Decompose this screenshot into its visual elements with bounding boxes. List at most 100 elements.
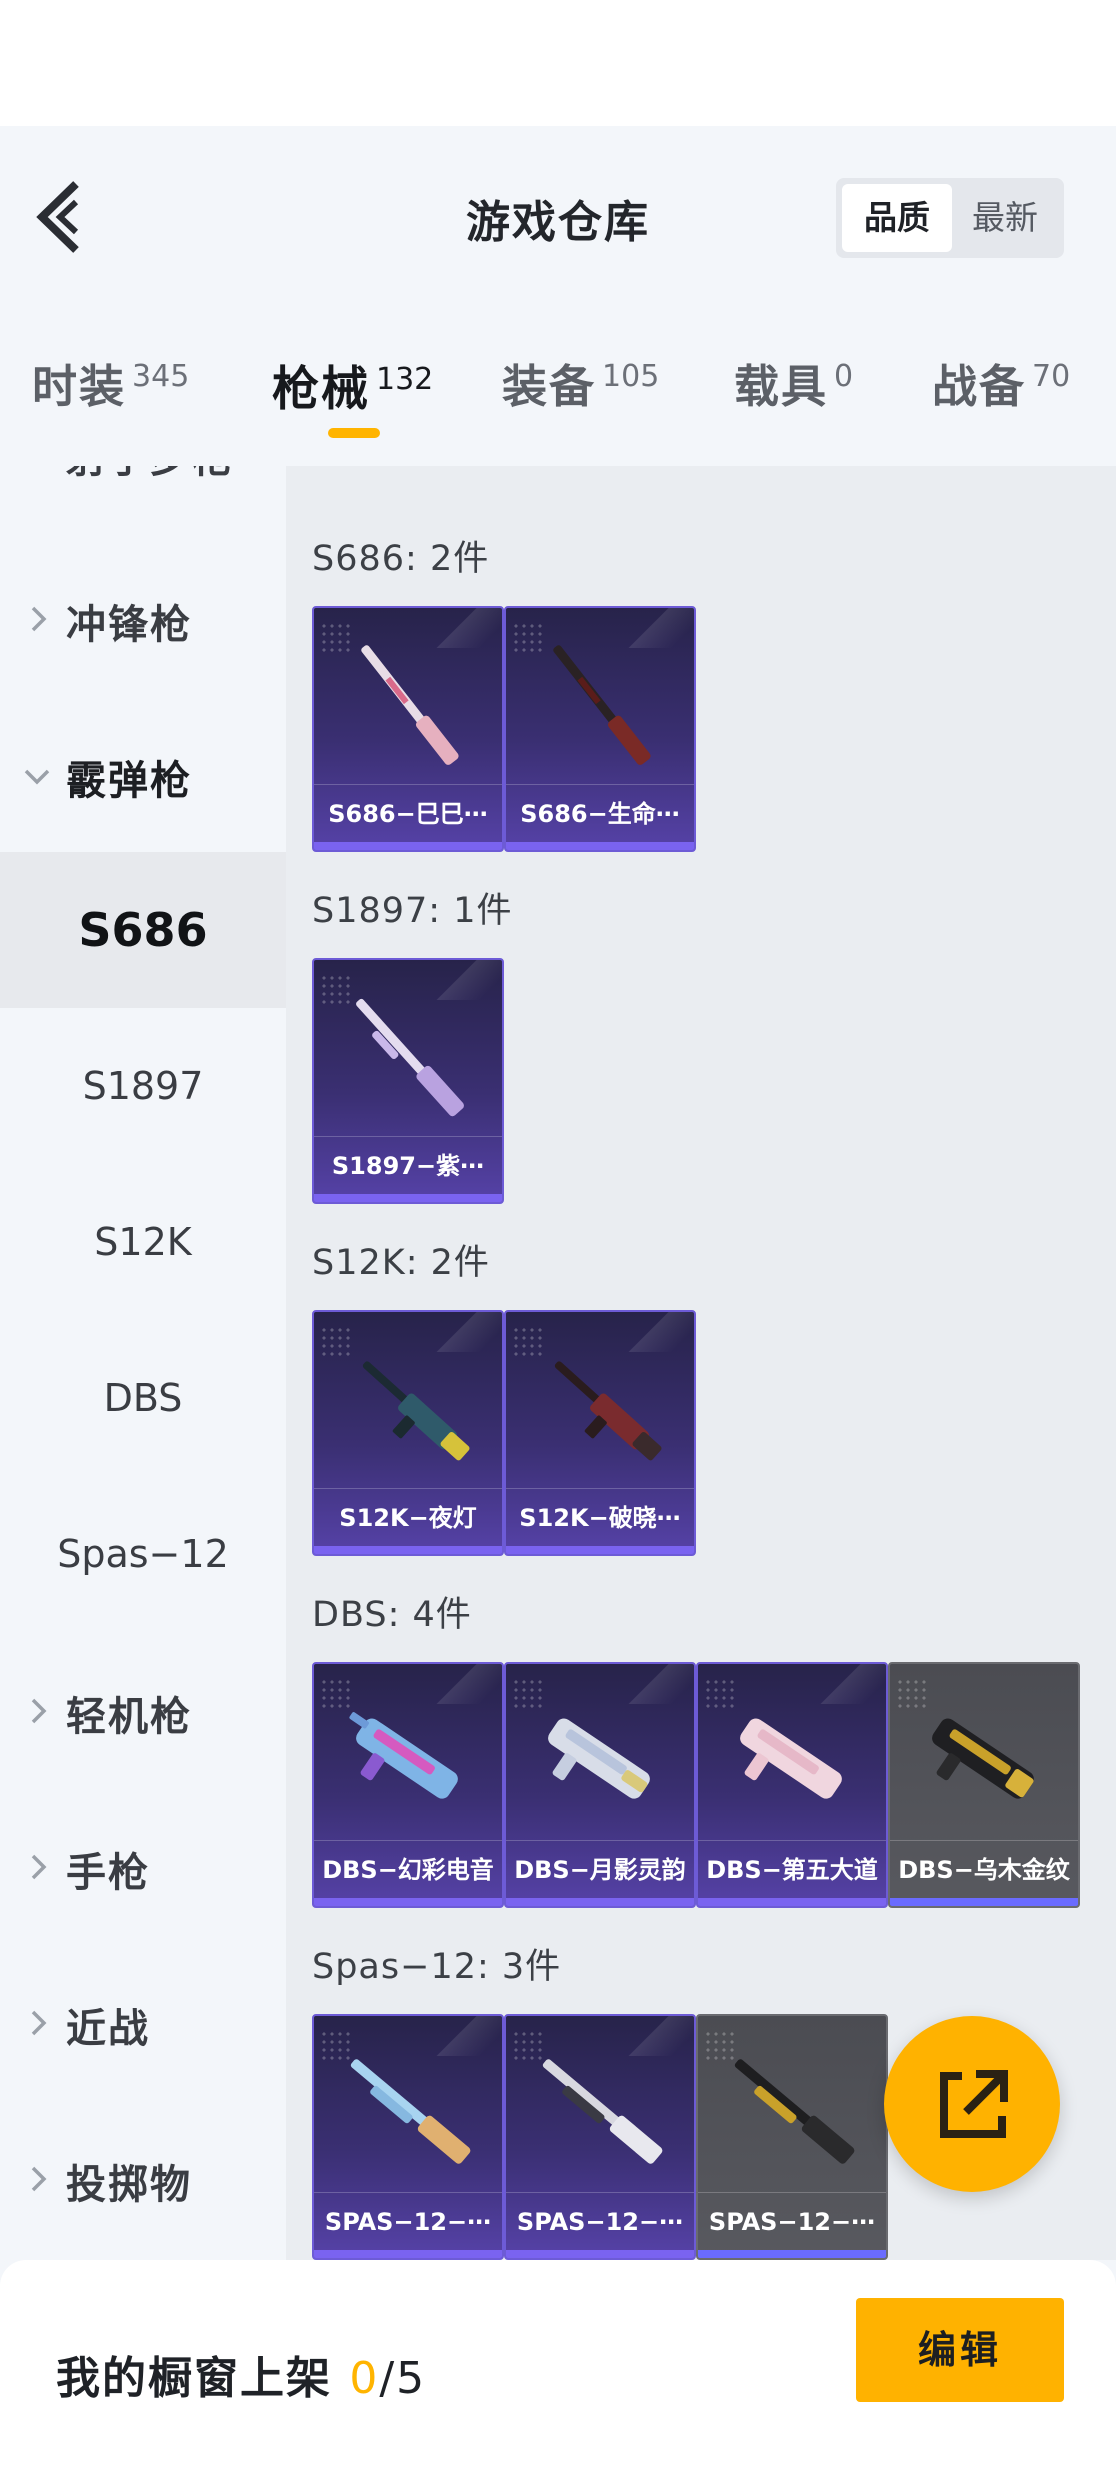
sidebar-item-s686[interactable]: S686 <box>0 852 286 1008</box>
rarity-bar <box>506 2250 694 2258</box>
active-tab-indicator <box>328 428 380 438</box>
weapon-card[interactable]: DBS−乌木金纹 <box>888 1662 1080 1908</box>
share-button[interactable] <box>884 2016 1060 2192</box>
showcase-total: /5 <box>379 2353 427 2404</box>
weapon-card[interactable]: DBS−幻彩电音 <box>312 1662 504 1908</box>
weapon-card[interactable]: DBS−第五大道 <box>696 1662 888 1908</box>
edit-button[interactable]: 编辑 <box>856 2298 1064 2402</box>
rarity-bar <box>506 842 694 850</box>
sidebar-item-smg[interactable]: 冲锋枪 <box>0 540 286 696</box>
tab-count: 70 <box>1032 359 1071 394</box>
chevron-right-icon <box>31 1698 47 1724</box>
card-label: SPAS−12−⋯ <box>698 2192 886 2250</box>
tab-label: 战备 <box>932 360 1027 413</box>
tab-count: 0 <box>834 359 854 394</box>
tab-supplies[interactable]: 战备 70 <box>932 350 1071 413</box>
rarity-bar <box>698 2250 886 2258</box>
card-label: S686−巳巳⋯ <box>314 784 502 842</box>
shotgun-icon <box>548 1718 650 1799</box>
shotgun-icon <box>734 2059 855 2164</box>
sidebar-item-s12k[interactable]: S12K <box>0 1164 286 1320</box>
sidebar-item-throwable[interactable]: 投掷物 <box>0 2100 286 2256</box>
sidebar-item-label: 近战 <box>66 2006 150 2052</box>
sort-quality-button[interactable]: 品质 <box>842 184 952 252</box>
rarity-bar <box>314 842 502 850</box>
weapon-card[interactable]: SPAS−12−⋯ <box>504 2014 696 2260</box>
shotgun-icon <box>553 645 651 765</box>
weapon-card[interactable]: SPAS−12−⋯ <box>696 2014 888 2260</box>
chevron-right-icon <box>31 1854 47 1880</box>
showcase-bar: 我的橱窗上架 0/5 编辑 <box>0 2260 1116 2484</box>
tab-fashion[interactable]: 时装 345 <box>32 350 190 413</box>
sidebar-item-shotgun[interactable]: 霰弹枪 <box>0 696 286 852</box>
rarity-bar <box>890 1898 1078 1906</box>
tab-firearms[interactable]: 枪械 132 <box>272 350 434 417</box>
card-label: S12K−破晓⋯ <box>506 1488 694 1546</box>
rarity-bar <box>698 1898 886 1906</box>
shotgun-icon <box>542 2059 663 2164</box>
sidebar-item-melee[interactable]: 近战 <box>0 1944 286 2100</box>
chevron-right-icon <box>31 2166 47 2192</box>
sidebar-item-dbs[interactable]: DBS <box>0 1320 286 1476</box>
sidebar-item-label: 射手步枪 <box>66 466 234 484</box>
group-title-s1897: S1897: 1件 <box>312 891 513 931</box>
sidebar-item-label: 手枪 <box>66 1850 150 1896</box>
chevron-right-icon <box>31 2010 47 2036</box>
chevron-right-icon <box>31 606 47 632</box>
sidebar-item-label: 霰弹枪 <box>66 758 192 804</box>
sidebar-item-label: 冲锋枪 <box>66 602 192 648</box>
shotgun-icon <box>554 1361 662 1461</box>
weapon-card[interactable]: S686−生命⋯ <box>504 606 696 852</box>
sidebar-item-spas12[interactable]: Spas−12 <box>0 1476 286 1632</box>
sidebar-item-label: 轻机枪 <box>66 1694 192 1740</box>
showcase-count: 0 <box>349 2353 380 2404</box>
showcase-text: 我的橱窗上架 <box>56 2353 350 2404</box>
shotgun-icon <box>361 645 459 765</box>
showcase-label: 我的橱窗上架 0/5 <box>56 2342 426 2406</box>
sort-newest-button[interactable]: 最新 <box>950 184 1060 252</box>
tab-label: 枪械 <box>272 362 370 417</box>
rarity-bar <box>506 1898 694 1906</box>
tab-equipment[interactable]: 装备 105 <box>502 350 659 413</box>
shotgun-icon <box>932 1718 1034 1799</box>
card-label: DBS−幻彩电音 <box>314 1840 502 1898</box>
rarity-bar <box>506 1546 694 1554</box>
card-label: DBS−第五大道 <box>698 1840 886 1898</box>
group-title-s12k: S12K: 2件 <box>312 1243 490 1283</box>
sidebar-item-marksman-rifle[interactable]: 射手步枪 <box>0 466 286 530</box>
sidebar-item-s1897[interactable]: S1897 <box>0 1008 286 1164</box>
card-label: DBS−乌木金纹 <box>890 1840 1078 1898</box>
card-label: SPAS−12−⋯ <box>506 2192 694 2250</box>
tab-count: 132 <box>376 362 434 397</box>
tab-label: 时装 <box>32 360 127 413</box>
card-label: DBS−月影灵韵 <box>506 1840 694 1898</box>
shotgun-icon <box>356 998 464 1117</box>
weapon-card[interactable]: SPAS−12−⋯ <box>312 2014 504 2260</box>
shotgun-icon <box>349 1712 458 1799</box>
weapon-card[interactable]: S686−巳巳⋯ <box>312 606 504 852</box>
sidebar-item-label: 投掷物 <box>66 2162 192 2208</box>
rarity-bar <box>314 1898 502 1906</box>
weapon-card[interactable]: S12K−夜灯 <box>312 1310 504 1556</box>
chevron-right-icon <box>28 466 50 468</box>
card-label: SPAS−12−⋯ <box>314 2192 502 2250</box>
tab-count: 345 <box>132 359 190 394</box>
shotgun-icon <box>350 2059 471 2164</box>
weapon-card[interactable]: DBS−月影灵韵 <box>504 1662 696 1908</box>
category-tabs: 时装 345 枪械 132 装备 105 载具 0 战备 70 <box>0 306 1116 466</box>
tab-label: 载具 <box>734 360 829 413</box>
tab-vehicles[interactable]: 载具 0 <box>734 350 854 413</box>
card-label: S1897−紫⋯ <box>314 1136 502 1194</box>
weapon-type-sidebar: 射手步枪 冲锋枪 霰弹枪 S686 S1897 S12K DBS Spas−12… <box>0 466 286 2260</box>
sidebar-item-pistol[interactable]: 手枪 <box>0 1788 286 1944</box>
status-bar <box>0 0 1116 126</box>
weapon-card[interactable]: S12K−破晓⋯ <box>504 1310 696 1556</box>
weapon-list: S686: 2件 S686−巳巳⋯ S686−生命⋯ S1897: 1件 S18… <box>286 466 1116 2260</box>
weapon-card[interactable]: S1897−紫⋯ <box>312 958 504 1204</box>
card-label: S686−生命⋯ <box>506 784 694 842</box>
sidebar-item-lmg[interactable]: 轻机枪 <box>0 1632 286 1788</box>
rarity-bar <box>314 1194 502 1202</box>
group-title-dbs: DBS: 4件 <box>312 1595 472 1635</box>
sort-toggle: 品质 最新 <box>836 178 1064 258</box>
group-title-s686: S686: 2件 <box>312 539 490 579</box>
